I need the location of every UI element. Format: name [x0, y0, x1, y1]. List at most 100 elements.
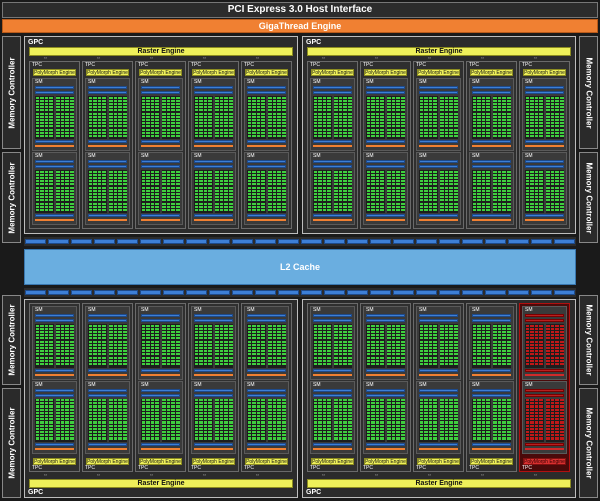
cuda-core — [199, 330, 203, 334]
cuda-core — [400, 353, 405, 356]
cuda-core — [281, 337, 286, 340]
cuda-core — [122, 109, 127, 112]
cuda-core — [440, 359, 444, 362]
cuda-core — [387, 192, 391, 196]
cuda-core — [40, 186, 44, 189]
instruction-cache — [313, 314, 352, 317]
cuda-core — [327, 102, 331, 106]
cuda-core — [327, 353, 331, 356]
cuda-core — [506, 96, 511, 99]
cuda-core — [555, 434, 559, 437]
tpc: TPC PolyMorph Engine SM SM — [188, 303, 239, 472]
cuda-core — [141, 202, 146, 205]
cuda-core — [539, 427, 543, 430]
cuda-core — [44, 202, 49, 205]
cuda-core — [343, 128, 347, 131]
tpc: TPC PolyMorph Engine SM SM — [82, 61, 133, 229]
cuda-core — [486, 434, 490, 437]
cuda-core — [334, 125, 338, 128]
cuda-core — [49, 415, 53, 418]
cuda-core — [375, 122, 380, 125]
cuda-core — [44, 346, 49, 350]
cuda-core — [497, 418, 502, 421]
cuda-core — [60, 408, 65, 411]
cuda-core — [228, 205, 233, 208]
core-grid — [141, 96, 160, 139]
cuda-core — [497, 122, 502, 125]
arrow-icon: ⇔ — [149, 472, 154, 478]
memory-block — [531, 239, 552, 244]
cuda-core — [268, 199, 272, 202]
cuda-core — [40, 411, 44, 414]
cuda-core — [486, 353, 490, 356]
cuda-core — [199, 346, 203, 350]
cuda-core — [277, 205, 281, 208]
cuda-core — [440, 109, 444, 112]
cuda-core — [272, 353, 277, 356]
cuda-core — [506, 362, 511, 366]
cuda-core — [281, 359, 286, 362]
cuda-core — [69, 180, 74, 183]
cuda-core — [486, 180, 490, 183]
cuda-core — [166, 106, 171, 109]
cuda-core — [69, 176, 74, 180]
cuda-core — [502, 180, 506, 183]
cuda-core — [122, 115, 127, 118]
cuda-core — [444, 427, 449, 430]
sm-block: SM — [469, 78, 514, 151]
cuda-core — [539, 131, 543, 134]
cuda-core — [419, 415, 424, 418]
cuda-core — [228, 327, 233, 330]
cuda-core — [215, 343, 219, 346]
cuda-core — [215, 415, 219, 418]
cuda-core — [559, 196, 564, 199]
warp-scheduler — [247, 165, 286, 168]
cuda-core — [247, 330, 252, 334]
cuda-core — [88, 437, 93, 440]
cuda-core — [219, 131, 224, 134]
cuda-core — [60, 112, 65, 115]
cuda-core — [525, 334, 530, 337]
cuda-core — [327, 134, 331, 138]
cuda-core — [141, 99, 146, 102]
cuda-core — [199, 125, 203, 128]
cuda-core — [44, 431, 49, 434]
cuda-core — [247, 109, 252, 112]
cuda-core — [175, 431, 180, 434]
warp-scheduler — [313, 319, 352, 322]
cuda-core — [444, 421, 449, 424]
cuda-core — [530, 109, 534, 112]
core-grid — [141, 398, 160, 442]
cuda-core — [419, 408, 424, 411]
cuda-core — [497, 343, 502, 346]
cuda-core — [322, 205, 327, 208]
cuda-core — [550, 408, 555, 411]
cuda-core — [477, 427, 481, 430]
cuda-core — [35, 421, 40, 424]
cuda-core — [449, 102, 453, 106]
cuda-core — [338, 196, 343, 199]
cuda-core — [371, 128, 375, 131]
cuda-core — [539, 334, 543, 337]
cuda-core — [208, 192, 212, 196]
cuda-core — [122, 356, 127, 359]
core-grid — [525, 398, 544, 442]
cuda-core — [268, 353, 272, 356]
cuda-core — [486, 125, 490, 128]
cuda-core — [375, 424, 380, 427]
cuda-core — [261, 102, 265, 106]
cuda-core — [56, 192, 60, 196]
cuda-core — [155, 431, 159, 434]
cuda-core — [506, 359, 511, 362]
cuda-core — [391, 96, 396, 99]
cuda-core — [428, 109, 433, 112]
cuda-core — [419, 112, 424, 115]
memory-block — [48, 239, 69, 244]
cuda-core — [481, 134, 486, 138]
cuda-core — [272, 183, 277, 186]
cuda-core — [118, 189, 122, 192]
cuda-core — [400, 424, 405, 427]
warp-scheduler — [247, 393, 286, 397]
memory-controller-right-1: Memory Controller — [579, 36, 598, 149]
cuda-core — [497, 173, 502, 176]
